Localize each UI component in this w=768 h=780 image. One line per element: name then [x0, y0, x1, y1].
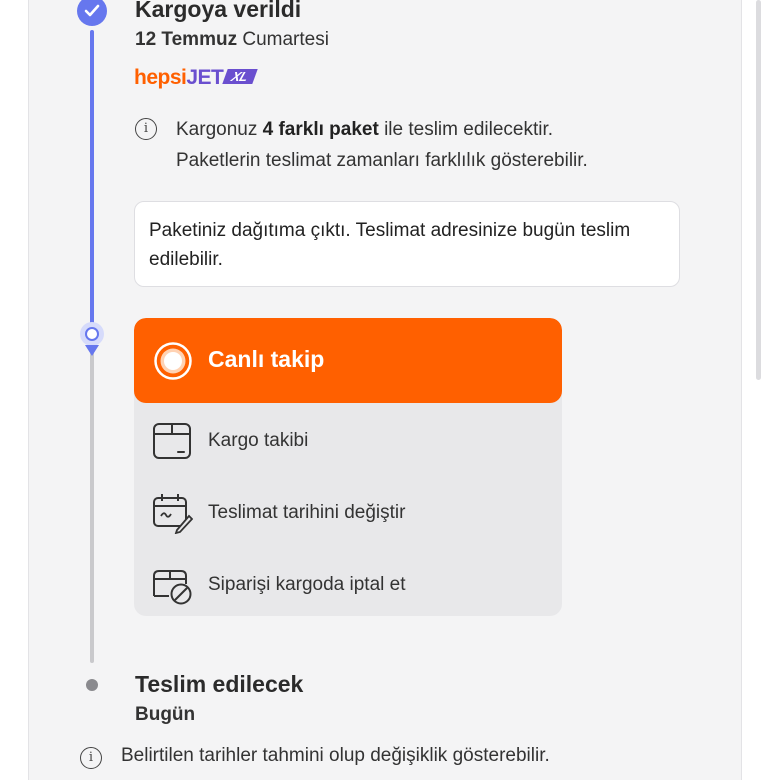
date-day: 12 Temmuz — [135, 29, 238, 50]
calendar-edit-icon — [153, 494, 193, 534]
timeline-current-arrow — [85, 345, 99, 356]
step-date-delivery: Bugün — [135, 704, 196, 725]
cargo-tracking-label: Kargo takibi — [208, 430, 309, 451]
shipment-actions-card: Canlı takip Kargo takibi Teslimat tarihi… — [134, 318, 562, 616]
timeline-current-dot — [80, 322, 104, 346]
change-delivery-date-label: Teslimat tarihini değiştir — [208, 502, 406, 523]
box-cancel-icon — [153, 570, 192, 605]
timeline-line-completed — [90, 30, 94, 332]
cargo-tracking-action[interactable]: Kargo takibi — [134, 408, 562, 468]
step-title-delivery: Teslim edilecek — [135, 671, 304, 697]
live-tracking-icon — [154, 342, 192, 380]
info-icon: i — [135, 118, 157, 140]
info-icon: i — [80, 747, 102, 769]
package-info-text: Kargonuz 4 farklı paket ile teslim edile… — [176, 119, 588, 171]
change-delivery-date-action[interactable]: Teslimat tarihini değiştir — [134, 480, 562, 540]
scrollbar[interactable] — [756, 0, 761, 380]
live-tracking-button[interactable]: Canlı takip — [134, 318, 562, 403]
timeline-pending-dot — [86, 679, 98, 691]
step-date-shipped: 12 Temmuz Cumartesi — [135, 29, 329, 51]
live-tracking-label: Canlı takip — [208, 346, 325, 372]
cancel-in-cargo-label: Siparişi kargoda iptal et — [208, 574, 406, 595]
cancel-in-cargo-action[interactable]: Siparişi kargoda iptal et — [134, 552, 562, 612]
step-title-shipped: Kargoya verildi — [135, 0, 302, 22]
carrier-logo: hepsiJET XL — [134, 66, 258, 92]
estimate-disclaimer: Belirtilen tarihler tahmini olup değişik… — [121, 745, 550, 766]
date-weekday: Cumartesi — [242, 29, 329, 50]
delivery-notice-box: Paketiniz dağıtıma çıktı. Teslimat adres… — [134, 201, 680, 287]
box-icon — [153, 423, 191, 459]
timeline-line-pending — [90, 345, 94, 663]
